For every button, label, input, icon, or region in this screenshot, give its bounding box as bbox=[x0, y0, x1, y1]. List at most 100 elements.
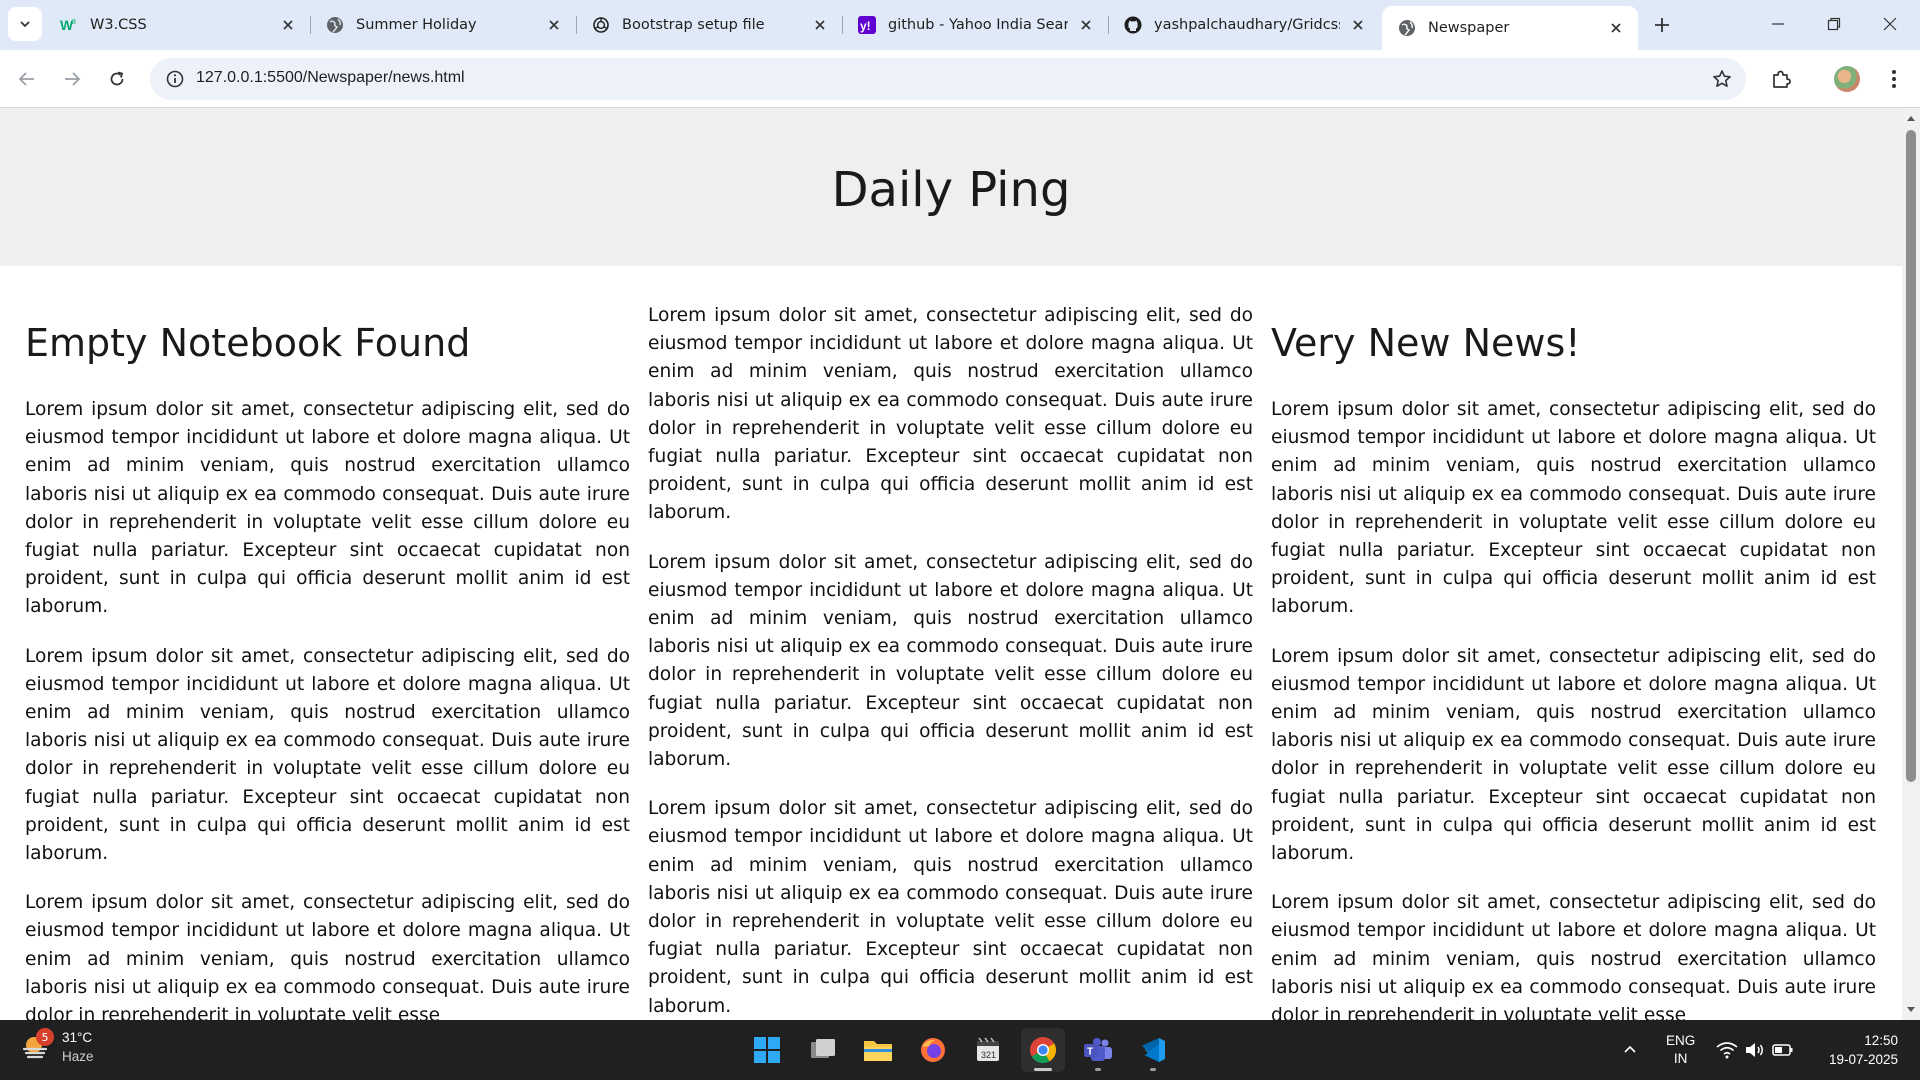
article-paragraph: Lorem ipsum dolor sit amet, consectetur … bbox=[1271, 645, 1876, 865]
close-tab-icon[interactable] bbox=[544, 15, 564, 35]
chevron-up-icon bbox=[1624, 1045, 1636, 1053]
show-hidden-icons-button[interactable] bbox=[1622, 1020, 1638, 1080]
teams-icon: T bbox=[1084, 1038, 1112, 1061]
system-clock[interactable]: 12:50 19-07-2025 bbox=[1812, 1031, 1898, 1069]
tab-github[interactable]: yashpalchaudhary/Gridcss bbox=[1108, 6, 1380, 44]
vscode-button[interactable] bbox=[1131, 1028, 1175, 1072]
tab-title: Bootstrap setup file bbox=[622, 17, 765, 33]
tab-newspaper[interactable]: Newspaper bbox=[1382, 6, 1638, 50]
minimize-button[interactable] bbox=[1750, 0, 1806, 48]
firefox-button[interactable] bbox=[911, 1028, 955, 1072]
close-tab-icon[interactable] bbox=[1076, 15, 1096, 35]
forward-button[interactable] bbox=[56, 63, 88, 95]
tab-bootstrap-setup[interactable]: Bootstrap setup file bbox=[576, 6, 843, 44]
globe-icon bbox=[326, 16, 344, 34]
bookmark-star-icon[interactable] bbox=[1710, 67, 1734, 91]
tab-yahoo-search[interactable]: y! github - Yahoo India Search bbox=[842, 6, 1109, 44]
article-paragraph: Lorem ipsum dolor sit amet, consectetur … bbox=[1271, 892, 1876, 1020]
tab-title: github - Yahoo India Search bbox=[888, 17, 1068, 33]
page-viewport: Daily Ping Empty Notebook Found Lorem ip… bbox=[0, 108, 1920, 1020]
openai-icon bbox=[592, 16, 610, 34]
calendar-app-button[interactable]: 321 bbox=[966, 1028, 1010, 1072]
calendar-app-icon: 321 bbox=[977, 1037, 999, 1061]
address-bar[interactable]: 127.0.0.1:5500/Newspaper/news.html bbox=[150, 58, 1746, 100]
w3schools-icon: W3 bbox=[60, 16, 78, 34]
weather-widget[interactable]: 5 31°C Haze bbox=[20, 1028, 94, 1066]
scroll-down-icon[interactable] bbox=[1906, 1004, 1916, 1014]
scrollbar-thumb[interactable] bbox=[1906, 130, 1916, 782]
file-explorer-icon bbox=[864, 1041, 892, 1061]
browser-toolbar: 127.0.0.1:5500/Newspaper/news.html bbox=[0, 50, 1920, 108]
article-heading: Very New News! bbox=[1271, 321, 1581, 365]
close-icon bbox=[1883, 17, 1897, 31]
task-view-icon bbox=[811, 1039, 835, 1058]
article-heading: Empty Notebook Found bbox=[25, 321, 471, 365]
task-view-button[interactable] bbox=[801, 1028, 845, 1072]
browser-menu-button[interactable] bbox=[1878, 63, 1910, 95]
new-tab-button[interactable] bbox=[1648, 11, 1676, 39]
extensions-button[interactable] bbox=[1765, 63, 1797, 95]
taskbar: 5 31°C Haze 321 T ENG IN 12:50 19-07-202… bbox=[0, 1020, 1920, 1080]
article-paragraph: Lorem ipsum dolor sit amet, consectetur … bbox=[1271, 399, 1876, 618]
battery-icon bbox=[1772, 1044, 1793, 1056]
weather-haze-icon: 5 bbox=[20, 1028, 54, 1063]
tab-summer-holiday[interactable]: Summer Holiday bbox=[310, 6, 577, 44]
language-region: IN bbox=[1673, 1051, 1688, 1066]
svg-text:y!: y! bbox=[860, 19, 871, 33]
profile-button[interactable] bbox=[1831, 63, 1863, 95]
article-paragraph: Lorem ipsum dolor sit amet, consectetur … bbox=[648, 551, 1253, 771]
url-text[interactable]: 127.0.0.1:5500/Newspaper/news.html bbox=[196, 69, 465, 87]
tab-title: W3.CSS bbox=[90, 17, 147, 33]
reload-icon bbox=[110, 71, 124, 86]
wifi-icon bbox=[1716, 1042, 1738, 1059]
tab-w3css[interactable]: W3 W3.CSS bbox=[44, 6, 311, 44]
chrome-button[interactable] bbox=[1021, 1028, 1065, 1072]
restore-icon bbox=[1827, 17, 1841, 31]
network-volume-battery[interactable] bbox=[1716, 1020, 1794, 1080]
weather-condition: Haze bbox=[62, 1049, 94, 1064]
tab-title: Summer Holiday bbox=[356, 17, 477, 33]
article-paragraph: Lorem ipsum dolor sit amet, consectetur … bbox=[648, 305, 1253, 524]
arrow-left-icon bbox=[18, 72, 34, 86]
svg-text:T: T bbox=[1087, 1047, 1093, 1058]
windows-start-icon bbox=[754, 1037, 780, 1063]
start-button[interactable] bbox=[745, 1028, 789, 1072]
close-tab-icon[interactable] bbox=[810, 15, 830, 35]
scroll-up-icon[interactable] bbox=[1906, 114, 1916, 124]
page-title: Daily Ping bbox=[831, 162, 1071, 218]
vscode-icon bbox=[1142, 1038, 1165, 1062]
article-paragraph: Lorem ipsum dolor sit amet, consectetur … bbox=[25, 645, 630, 865]
tab-title: yashpalchaudhary/Gridcss bbox=[1154, 17, 1340, 33]
weather-badge: 5 bbox=[36, 1028, 54, 1046]
file-explorer-button[interactable] bbox=[856, 1028, 900, 1072]
vertical-scrollbar[interactable] bbox=[1902, 108, 1920, 1020]
back-button[interactable] bbox=[11, 63, 43, 95]
close-tab-icon[interactable] bbox=[1606, 18, 1626, 38]
site-info-icon[interactable] bbox=[164, 68, 186, 90]
tab-title: Newspaper bbox=[1428, 20, 1510, 36]
language-code: ENG bbox=[1666, 1033, 1696, 1048]
close-window-button[interactable] bbox=[1862, 0, 1918, 48]
close-tab-icon[interactable] bbox=[1348, 15, 1368, 35]
input-language-indicator[interactable]: ENG IN bbox=[1666, 1032, 1695, 1068]
yahoo-icon: y! bbox=[858, 16, 876, 34]
article-paragraph: Lorem ipsum dolor sit amet, consectetur … bbox=[648, 798, 1253, 1017]
clock-date: 19-07-2025 bbox=[1828, 1052, 1898, 1067]
tab-search-button[interactable] bbox=[8, 7, 42, 41]
article-paragraph: Lorem ipsum dolor sit amet, consectetur … bbox=[25, 399, 630, 618]
chevron-down-icon bbox=[20, 21, 30, 28]
globe-icon bbox=[1398, 19, 1416, 37]
weather-temp: 31°C bbox=[62, 1030, 93, 1045]
close-tab-icon[interactable] bbox=[278, 15, 298, 35]
restore-button[interactable] bbox=[1806, 0, 1862, 48]
column-right: Very New News! Lorem ipsum dolor sit ame… bbox=[1271, 314, 1876, 1020]
arrow-right-icon bbox=[65, 72, 81, 86]
puzzle-icon bbox=[1773, 70, 1791, 88]
column-left: Empty Notebook Found Lorem ipsum dolor s… bbox=[25, 314, 630, 1020]
reload-button[interactable] bbox=[101, 63, 133, 95]
github-icon bbox=[1124, 16, 1142, 34]
clock-time: 12:50 bbox=[1864, 1033, 1898, 1048]
svg-text:321: 321 bbox=[981, 1050, 996, 1060]
teams-button[interactable]: T bbox=[1076, 1028, 1120, 1072]
plus-icon bbox=[1655, 18, 1669, 32]
